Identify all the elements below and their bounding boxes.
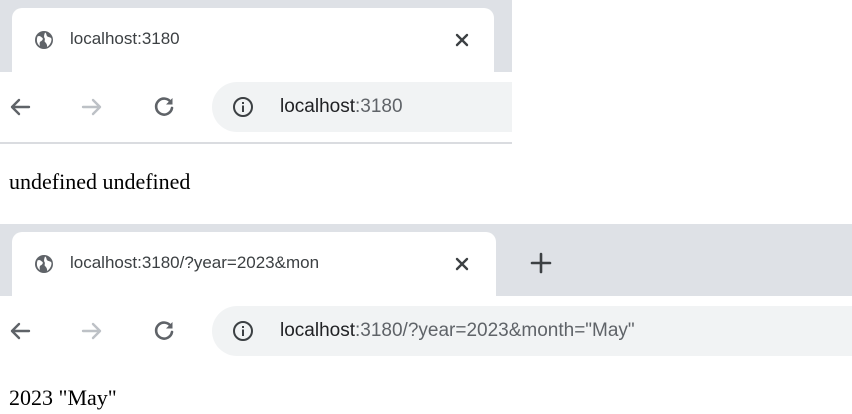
url-host: localhost [280, 320, 355, 341]
url-host: localhost [280, 96, 355, 117]
page-body-text: 2023 "May" [9, 385, 117, 410]
url-path: :3180/?year=2023&month="May" [355, 320, 635, 341]
arrow-right-icon[interactable] [80, 95, 104, 119]
toolbar-divider [0, 142, 512, 144]
arrow-left-icon[interactable] [8, 95, 32, 119]
arrow-right-icon[interactable] [80, 319, 104, 343]
tab-title: localhost:3180/?year=2023&mon [70, 253, 320, 272]
url-text[interactable]: localhost:3180/?year=2023&month="May" [280, 318, 635, 344]
browser-window-1: localhost:3180 localhost:3180 [0, 0, 512, 148]
url-text[interactable]: localhost:3180 [280, 94, 403, 120]
url-path: :3180 [355, 96, 403, 117]
browser-tab[interactable]: localhost:3180 [12, 8, 494, 72]
plus-icon[interactable] [530, 252, 552, 274]
tab-title: localhost:3180 [70, 29, 180, 48]
page-body-text: undefined undefined [9, 169, 191, 194]
reload-icon[interactable] [152, 95, 176, 119]
address-bar[interactable]: localhost:3180/?year=2023&month="May" [212, 306, 852, 356]
tab-strip: localhost:3180/?year=2023&mon [0, 224, 852, 296]
tab-strip: localhost:3180 [0, 0, 512, 72]
arrow-left-icon[interactable] [8, 319, 32, 343]
globe-icon [34, 30, 54, 50]
reload-icon[interactable] [152, 319, 176, 343]
browser-tab[interactable]: localhost:3180/?year=2023&mon [12, 232, 496, 296]
close-icon[interactable] [452, 30, 472, 50]
browser-toolbar: localhost:3180/?year=2023&month="May" [0, 296, 852, 366]
info-icon[interactable] [232, 96, 254, 118]
close-icon[interactable] [452, 254, 472, 274]
browser-window-2: localhost:3180/?year=2023&mon localhost:… [0, 224, 852, 366]
globe-icon [34, 254, 54, 274]
info-icon[interactable] [232, 320, 254, 342]
address-bar[interactable]: localhost:3180 [212, 82, 512, 132]
browser-toolbar: localhost:3180 [0, 72, 512, 142]
